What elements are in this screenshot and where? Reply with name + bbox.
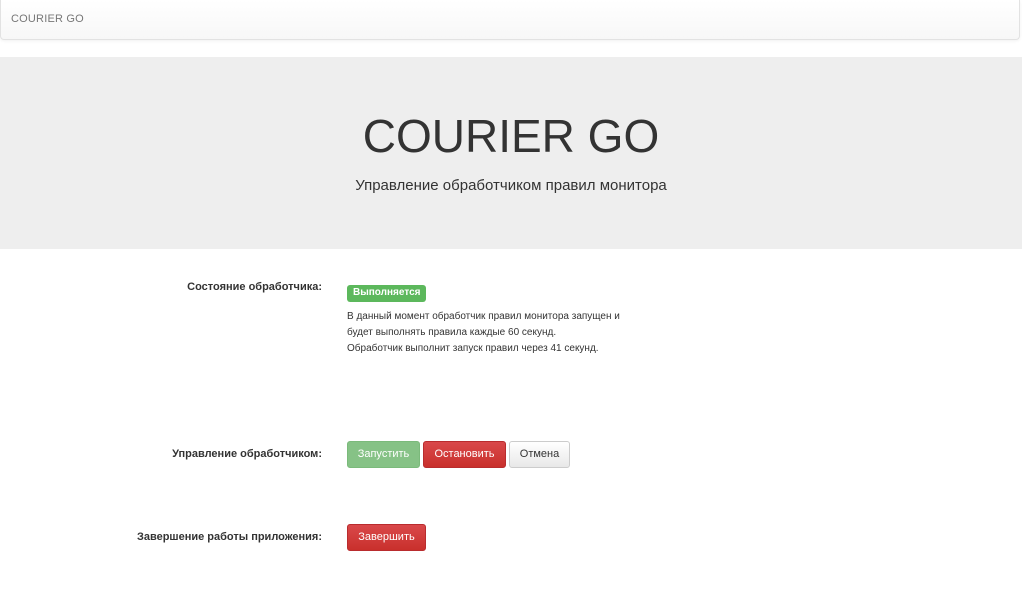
stop-button[interactable]: Остановить [423, 441, 506, 468]
status-badge: Выполняется [347, 285, 427, 302]
status-label: Состояние обработчика: [187, 281, 322, 293]
status-line-1: В данный момент обработчик правил монито… [347, 311, 620, 322]
navbar-brand-link[interactable]: COURIER GO [11, 13, 84, 25]
cancel-button[interactable]: Отмена [509, 441, 570, 468]
start-button[interactable]: Запустить [347, 441, 420, 468]
status-block: Выполняется В данный момент обработчик п… [347, 282, 620, 357]
control-label: Управление обработчиком: [172, 448, 322, 460]
page-subtitle: Управление обработчиком правил монитора [355, 177, 667, 194]
navbar: COURIER GO [0, 0, 1020, 40]
status-line-2: будет выполнять правила каждые 60 секунд… [347, 327, 557, 338]
shutdown-label: Завершение работы приложения: [136, 531, 322, 543]
finish-button[interactable]: Завершить [347, 524, 426, 551]
page-title: COURIER GO [362, 110, 660, 162]
status-description: В данный момент обработчик правил монито… [347, 309, 620, 357]
jumbotron-header: COURIER GO Управление обработчиком прави… [0, 57, 1022, 249]
status-line-3: Обработчик выполнит запуск правил через … [347, 343, 599, 354]
